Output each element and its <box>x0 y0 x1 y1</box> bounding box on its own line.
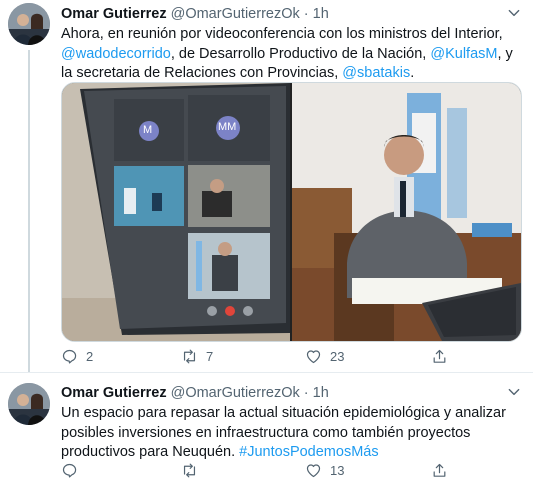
thread-line <box>28 50 30 372</box>
hashtag-link[interactable]: #JuntosPodemosMás <box>239 444 378 460</box>
tweet-header: Omar Gutierrez @OmarGutierrezOk · 1h <box>61 385 329 401</box>
mention-link[interactable]: @sbatakis <box>342 65 410 81</box>
like-button[interactable]: 13 <box>305 462 344 479</box>
tweet[interactable]: Omar Gutierrez @OmarGutierrezOk · 1h Aho… <box>0 0 533 372</box>
video-tile-label: M <box>143 124 153 136</box>
photo-videoconference[interactable]: M MM <box>62 83 290 341</box>
share-button[interactable] <box>431 462 448 479</box>
author-handle[interactable]: @OmarGutierrezOk <box>171 385 300 401</box>
like-count: 13 <box>330 463 345 478</box>
chevron-down-icon[interactable] <box>507 6 521 23</box>
tweet-header: Omar Gutierrez @OmarGutierrezOk · 1h <box>61 6 329 22</box>
separator-dot: · <box>303 6 309 22</box>
tweet-media[interactable]: M MM <box>61 82 522 342</box>
heart-icon <box>306 464 321 478</box>
text-segment: . <box>410 65 415 81</box>
mention-link[interactable]: @KulfasM <box>430 46 497 62</box>
like-count: 23 <box>330 349 345 364</box>
avatar[interactable] <box>8 383 50 425</box>
tweet-text: Ahora, en reunión por videoconferencia c… <box>61 25 523 84</box>
tweet[interactable]: Omar Gutierrez @OmarGutierrezOk · 1h Un … <box>0 373 533 488</box>
author-handle[interactable]: @OmarGutierrezOk <box>171 6 300 22</box>
author-name[interactable]: Omar Gutierrez <box>61 385 167 401</box>
text-segment: Ahora, en reunión por videoconferencia c… <box>61 26 503 42</box>
reply-icon <box>62 349 77 364</box>
reply-count: 2 <box>86 349 94 364</box>
video-tile-label: MM <box>218 121 237 133</box>
mention-link[interactable]: @wadodecorrido <box>61 46 171 62</box>
reply-button[interactable] <box>61 462 86 479</box>
timestamp[interactable]: 1h <box>313 6 329 22</box>
share-icon <box>433 463 446 477</box>
avatar[interactable] <box>8 3 50 45</box>
retweet-button[interactable]: 7 <box>181 348 213 365</box>
retweet-button[interactable] <box>181 462 206 479</box>
share-icon <box>433 349 446 363</box>
reply-icon <box>62 463 77 478</box>
like-button[interactable]: 23 <box>305 348 344 365</box>
separator-dot: · <box>303 385 309 401</box>
author-name[interactable]: Omar Gutierrez <box>61 6 167 22</box>
heart-icon <box>306 350 321 364</box>
retweet-icon <box>183 463 196 478</box>
tweet-text: Un espacio para repasar la actual situac… <box>61 404 523 463</box>
timestamp[interactable]: 1h <box>313 385 329 401</box>
chevron-down-icon[interactable] <box>507 385 521 402</box>
text-segment: , de Desarrollo Productivo de la Nación, <box>170 45 431 62</box>
tweet-actions: 13 <box>61 462 481 482</box>
retweet-icon <box>183 349 196 364</box>
retweet-count: 7 <box>206 349 214 364</box>
share-button[interactable] <box>431 348 448 365</box>
reply-button[interactable]: 2 <box>61 348 93 365</box>
tweet-actions: 2 7 23 <box>61 348 481 368</box>
photo-governor-desk[interactable] <box>292 83 521 341</box>
